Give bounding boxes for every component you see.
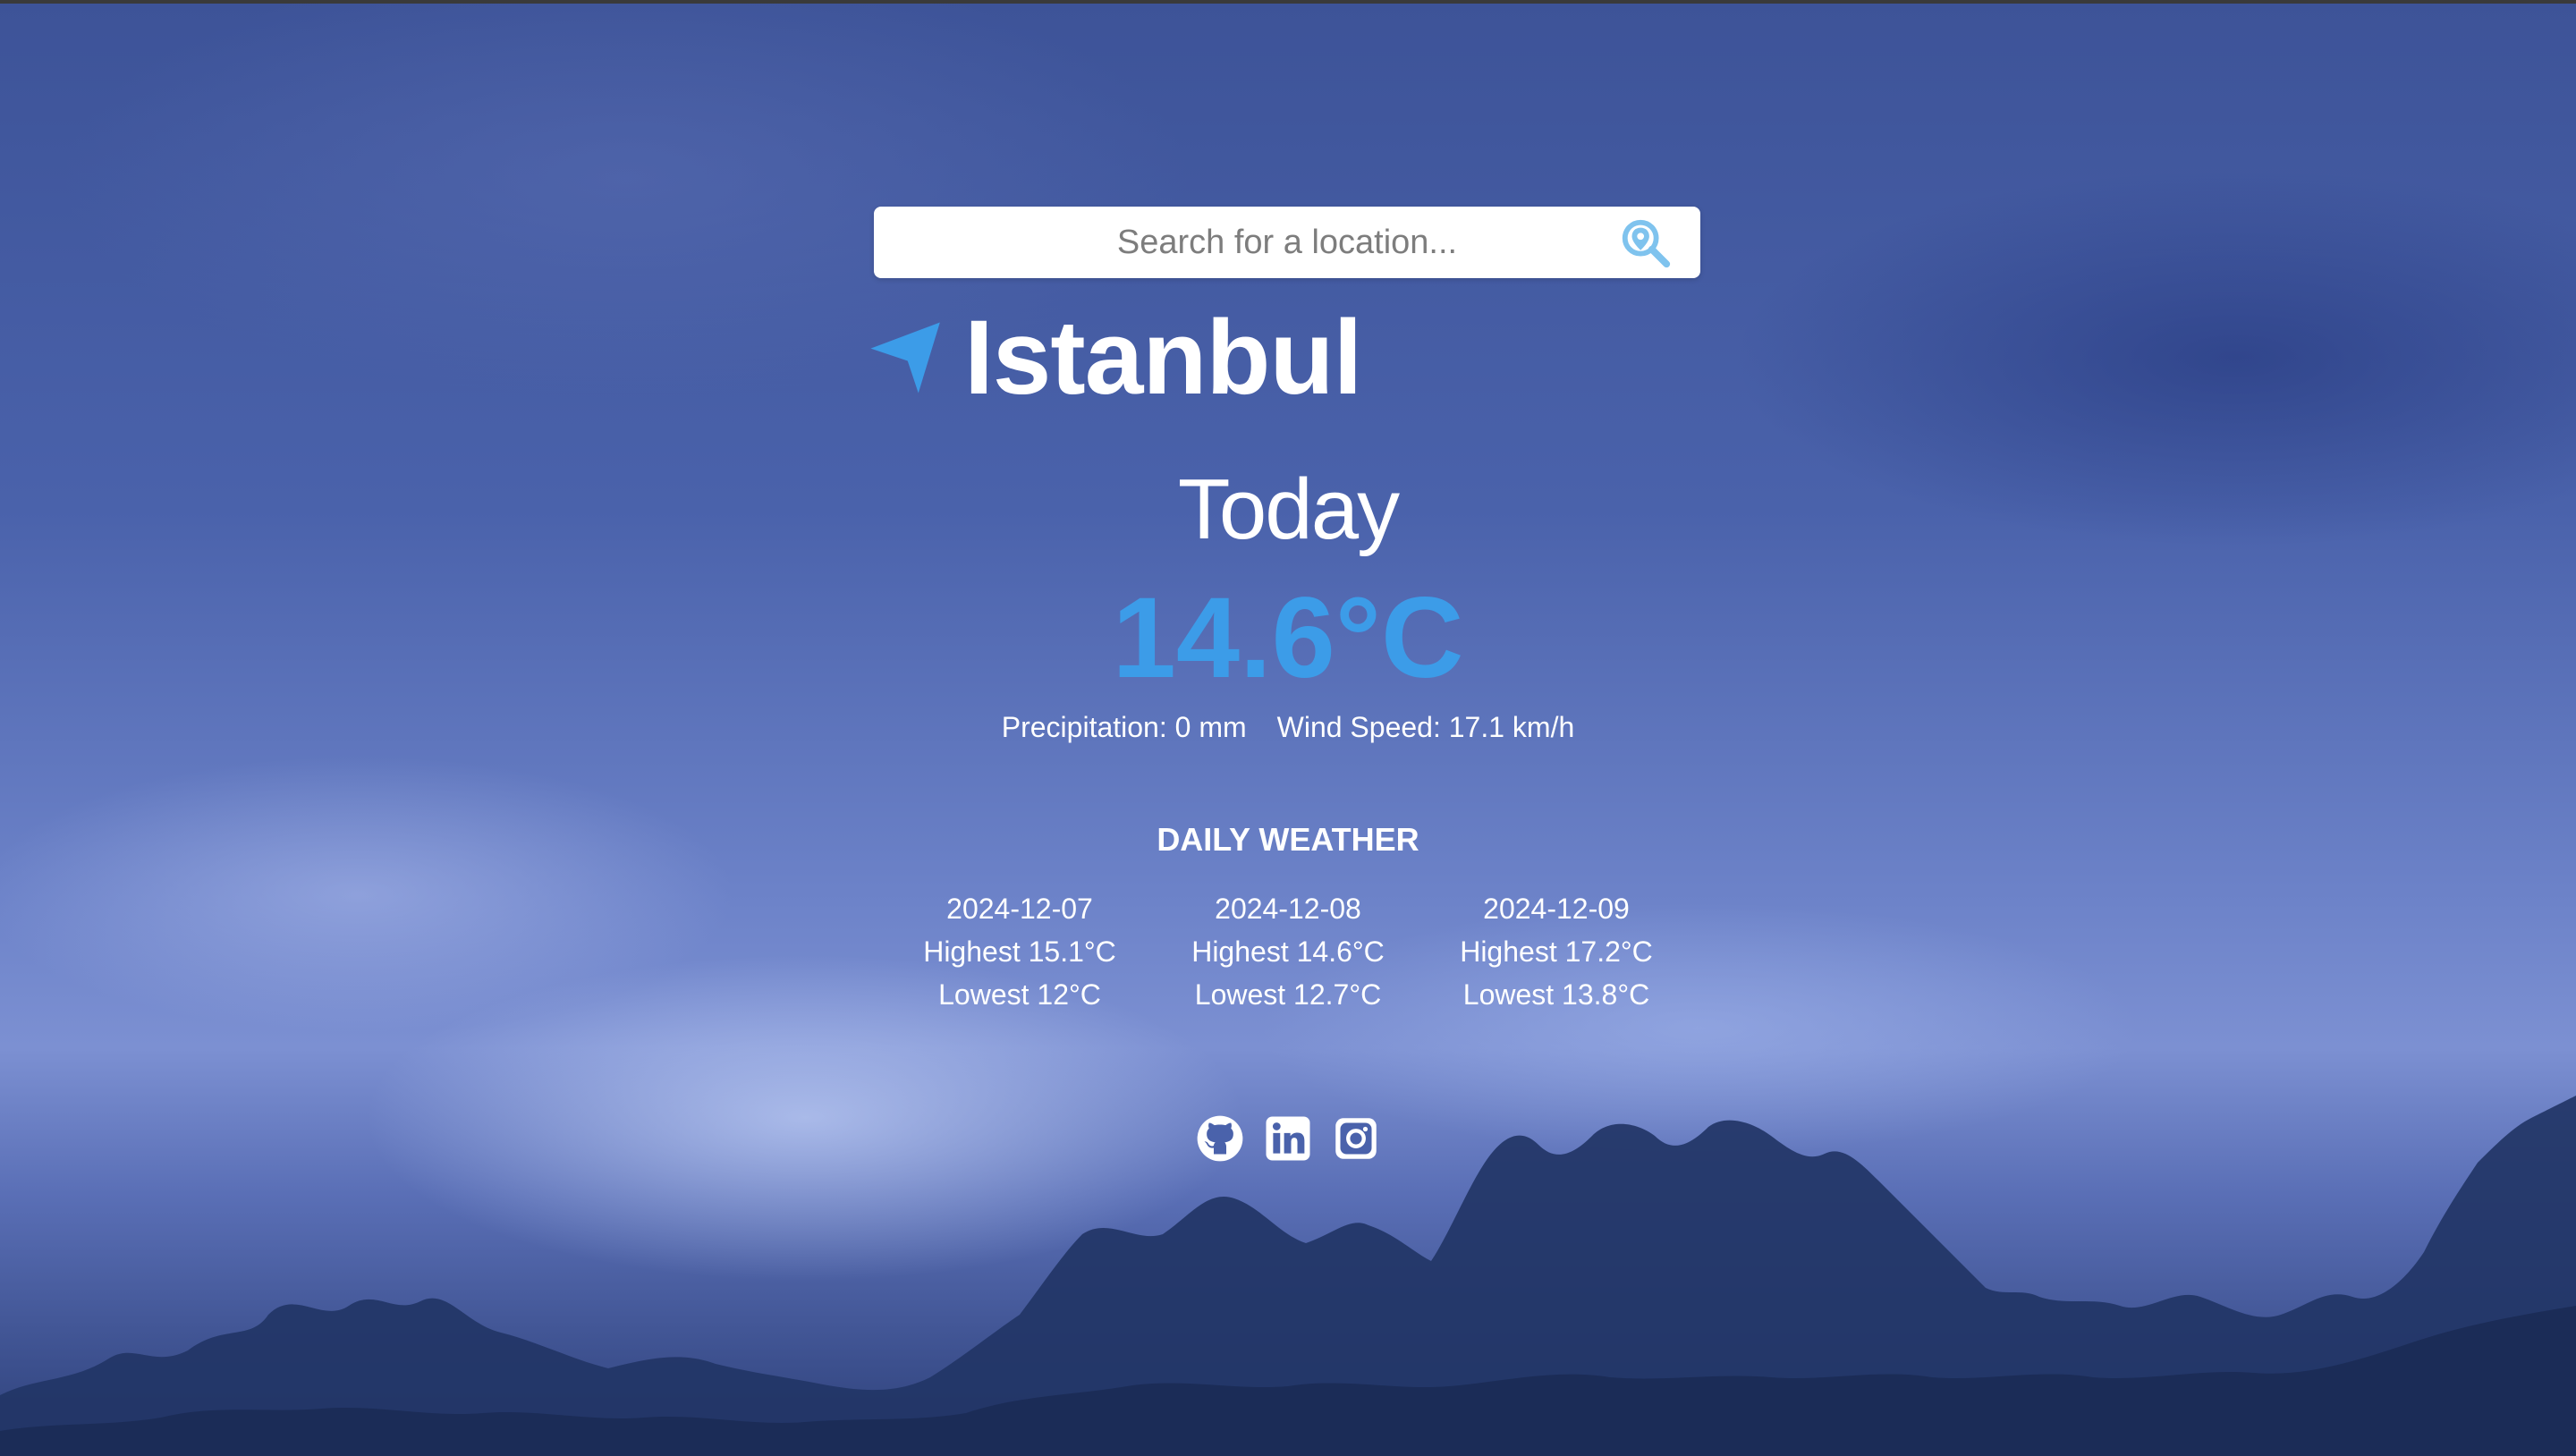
instagram-icon[interactable] <box>1331 1113 1381 1164</box>
forecast-lowest: Lowest 12°C <box>938 978 1101 1011</box>
location-header: Istanbul <box>868 299 1362 417</box>
forecast-highest: Highest 14.6°C <box>1191 935 1385 968</box>
search-input[interactable] <box>874 207 1700 278</box>
forecast-day: 2024-12-07 Highest 15.1°C Lowest 12°C <box>894 887 1145 1016</box>
daily-forecast-list: 2024-12-07 Highest 15.1°C Lowest 12°C 20… <box>894 887 1682 1016</box>
today-label: Today <box>1177 461 1400 557</box>
forecast-date: 2024-12-07 <box>946 893 1093 925</box>
location-arrow-icon <box>870 322 940 394</box>
wind-speed-text: Wind Speed: 17.1 km/h <box>1276 711 1575 743</box>
current-temperature: 14.6°C <box>1112 574 1464 702</box>
forecast-date: 2024-12-09 <box>1483 893 1630 925</box>
forecast-highest: Highest 17.2°C <box>1460 935 1653 968</box>
forecast-date: 2024-12-08 <box>1215 893 1361 925</box>
precipitation-text: Precipitation: 0 mm <box>1001 711 1247 743</box>
github-icon[interactable] <box>1195 1113 1245 1164</box>
forecast-lowest: Lowest 12.7°C <box>1194 978 1382 1011</box>
forecast-day: 2024-12-09 Highest 17.2°C Lowest 13.8°C <box>1431 887 1682 1016</box>
search-bar[interactable] <box>874 207 1700 278</box>
city-name: Istanbul <box>964 299 1362 417</box>
social-links <box>0 1113 2576 1164</box>
linkedin-icon[interactable] <box>1263 1113 1313 1164</box>
forecast-lowest: Lowest 13.8°C <box>1462 978 1650 1011</box>
search-location-icon[interactable] <box>1618 216 1674 271</box>
forecast-day: 2024-12-08 Highest 14.6°C Lowest 12.7°C <box>1163 887 1413 1016</box>
forecast-highest: Highest 15.1°C <box>923 935 1116 968</box>
daily-weather-title: DAILY WEATHER <box>1157 821 1419 858</box>
current-stats: Precipitation: 0 mm Wind Speed: 17.1 km/h <box>0 711 2576 744</box>
